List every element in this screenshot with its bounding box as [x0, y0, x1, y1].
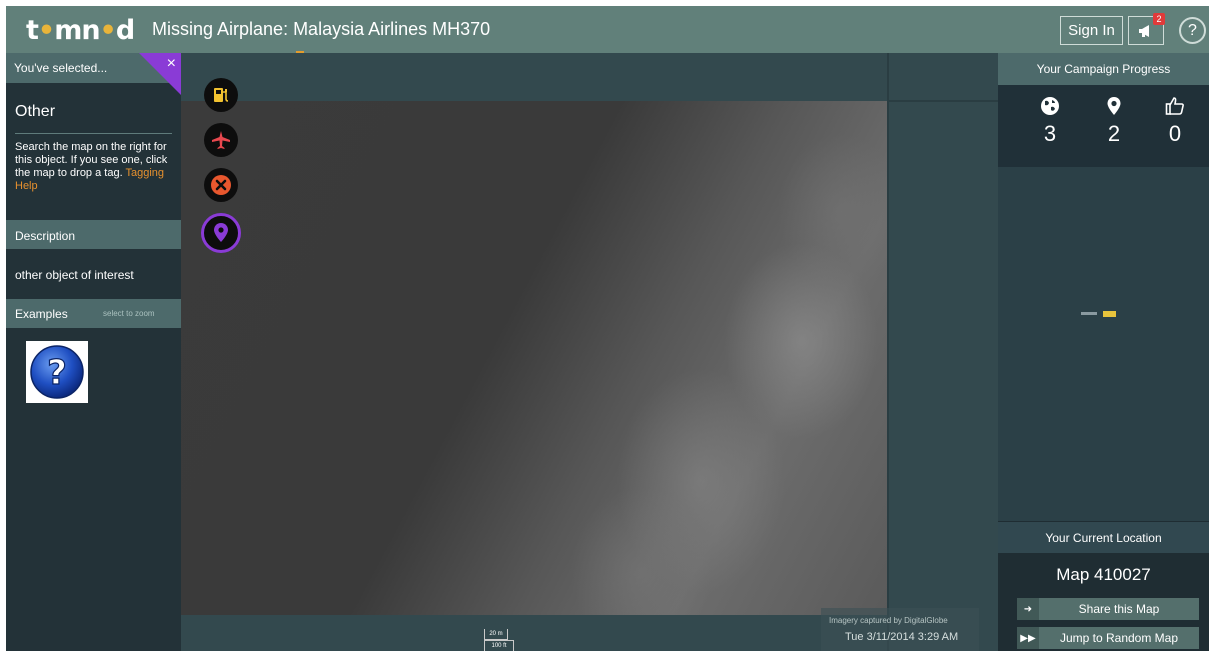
- examples-header: Examples select to zoom: [6, 299, 181, 328]
- close-icon[interactable]: ×: [167, 55, 176, 73]
- search-instructions: Search the map on the right for this obj…: [15, 141, 168, 192]
- imagery-info: Imagery captured by DigitalGlobe Tue 3/1…: [821, 608, 979, 651]
- adjacent-tile-right[interactable]: [887, 53, 998, 651]
- question-mark-icon: ?: [30, 345, 84, 399]
- fuel-tool-button[interactable]: [204, 78, 238, 112]
- location-header-label: Your Current Location: [1045, 531, 1162, 545]
- campaign-title: Missing Airplane: Malaysia Airlines MH37…: [152, 19, 491, 39]
- overview-minimap[interactable]: [998, 167, 1209, 521]
- adjacent-tile-top[interactable]: [181, 53, 998, 101]
- tile-gridline: [887, 100, 998, 102]
- notification-badge: 2: [1153, 13, 1165, 25]
- fast-forward-icon: ▶▶: [1017, 627, 1039, 649]
- help-button[interactable]: ?: [1179, 17, 1206, 44]
- example-thumbnail[interactable]: ?: [26, 341, 88, 403]
- fuel-pump-icon: [214, 88, 229, 102]
- selected-header: You've selected... ×: [6, 53, 181, 95]
- imagery-date: Tue 3/11/2014 3:29 AM: [845, 631, 959, 643]
- tomnod-logo[interactable]: t•mn•d: [26, 14, 135, 46]
- other-tool-button[interactable]: [201, 213, 241, 253]
- share-map-label: Share this Map: [1078, 602, 1160, 616]
- random-map-label: Jump to Random Map: [1059, 631, 1179, 645]
- x-circle-icon: [211, 175, 231, 195]
- top-header: t•mn•d Missing Airplane: Malaysia Airlin…: [6, 6, 1209, 53]
- globe-icon: [1041, 97, 1059, 115]
- megaphone-icon: [1139, 24, 1149, 37]
- random-map-button[interactable]: ▶▶ Jump to Random Map: [1017, 627, 1199, 649]
- thumbs-up-icon: [1165, 97, 1184, 115]
- campaign-stats: 3 2 0: [998, 85, 1209, 167]
- tags-placed-count: 2: [1107, 121, 1121, 146]
- map-scale: 20 m 100 ft: [484, 629, 514, 651]
- description-header: Description: [6, 220, 181, 249]
- wreckage-tool-button[interactable]: [204, 168, 238, 202]
- airplane-icon: [212, 131, 230, 149]
- selected-label: You've selected...: [14, 61, 108, 75]
- agreement-count: 0: [1168, 121, 1182, 146]
- plane-tool-button[interactable]: [204, 123, 238, 157]
- scale-imperial: 100 ft: [484, 640, 514, 651]
- tags-placed-stat: 2: [1084, 95, 1144, 147]
- progress-header: Your Campaign Progress: [998, 53, 1209, 85]
- description-header-label: Description: [15, 229, 76, 243]
- satellite-map-tile[interactable]: [181, 101, 887, 615]
- sign-in-button[interactable]: Sign In: [1060, 16, 1123, 45]
- maps-searched-stat: 3: [1020, 95, 1080, 147]
- divider: [15, 133, 172, 134]
- description-text: other object of interest: [15, 268, 134, 282]
- svg-text:?: ?: [47, 353, 67, 393]
- map-pin-icon: [1107, 97, 1121, 115]
- examples-label: Examples: [15, 307, 68, 321]
- progress-header-label: Your Campaign Progress: [1036, 62, 1171, 76]
- examples-hint: select to zoom: [103, 309, 155, 318]
- object-info-panel: You've selected... × Other Search the ma…: [6, 53, 181, 651]
- maps-searched-count: 3: [1043, 121, 1057, 146]
- current-map-id: Map 410027: [1056, 565, 1151, 584]
- share-map-button[interactable]: ➜ Share this Map: [1017, 598, 1199, 620]
- progress-panel: Your Campaign Progress 3 2 0 Your Curren…: [998, 53, 1209, 651]
- scale-metric: 20 m: [484, 629, 508, 640]
- tile-gridline: [887, 53, 889, 651]
- share-arrow-icon: ➜: [1017, 598, 1039, 620]
- imagery-credit: Imagery captured by DigitalGlobe: [829, 616, 948, 625]
- agreement-stat: 0: [1145, 95, 1205, 147]
- map-pin-icon: [214, 223, 228, 242]
- logo-text: t•mn•d: [26, 14, 135, 46]
- current-location-marker: [1081, 311, 1119, 317]
- selected-object-name: Other: [15, 103, 56, 120]
- tomnod-app: t•mn•d Missing Airplane: Malaysia Airlin…: [6, 6, 1209, 651]
- location-header: Your Current Location: [998, 522, 1209, 553]
